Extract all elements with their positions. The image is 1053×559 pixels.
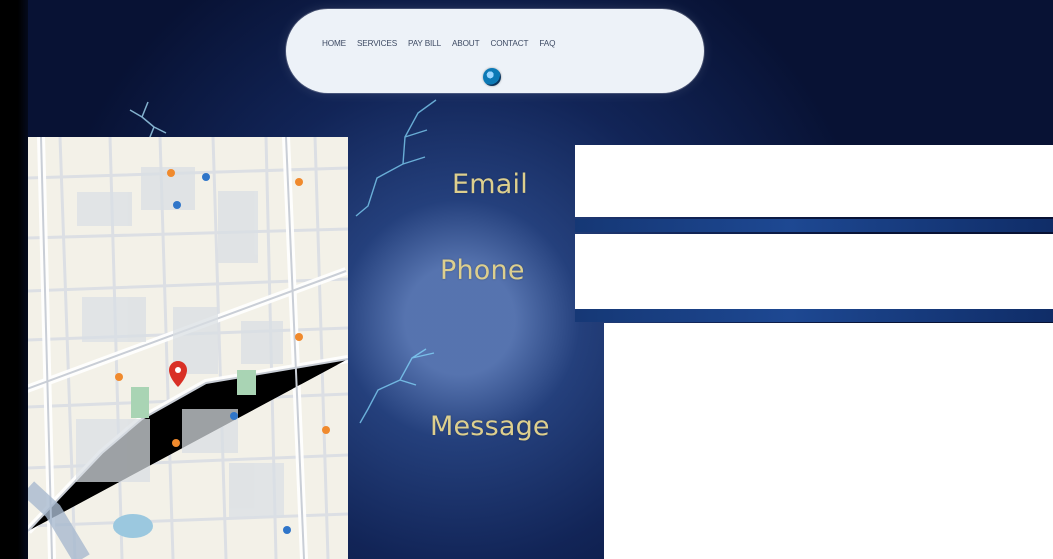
top-navigation: HOME SERVICES PAY BILL ABOUT CONTACT FAQ: [286, 9, 704, 93]
left-shadow: [0, 0, 28, 559]
contact-page: HOME SERVICES PAY BILL ABOUT CONTACT FAQ: [0, 0, 1053, 559]
nav-about-link[interactable]: ABOUT: [452, 39, 480, 48]
brand-logo-icon[interactable]: [483, 68, 501, 86]
nav-contact-link[interactable]: CONTACT: [490, 39, 528, 48]
nav-home-link[interactable]: HOME: [322, 39, 346, 48]
nav-faq-link[interactable]: FAQ: [539, 39, 555, 48]
phone-label: Phone: [440, 255, 525, 286]
message-textarea[interactable]: [604, 323, 1053, 559]
location-map[interactable]: [28, 137, 348, 559]
nav-pay-bill-link[interactable]: PAY BILL: [408, 39, 441, 48]
phone-divider: [575, 309, 1053, 322]
phone-field[interactable]: [575, 234, 1053, 309]
message-label: Message: [430, 411, 550, 442]
email-field[interactable]: [575, 145, 1053, 217]
nav-menu: HOME SERVICES PAY BILL ABOUT CONTACT FAQ: [322, 39, 555, 48]
nav-services-link[interactable]: SERVICES: [357, 39, 397, 48]
email-divider: [575, 219, 1053, 232]
map-drawing[interactable]: [28, 137, 348, 559]
email-label: Email: [452, 169, 528, 200]
